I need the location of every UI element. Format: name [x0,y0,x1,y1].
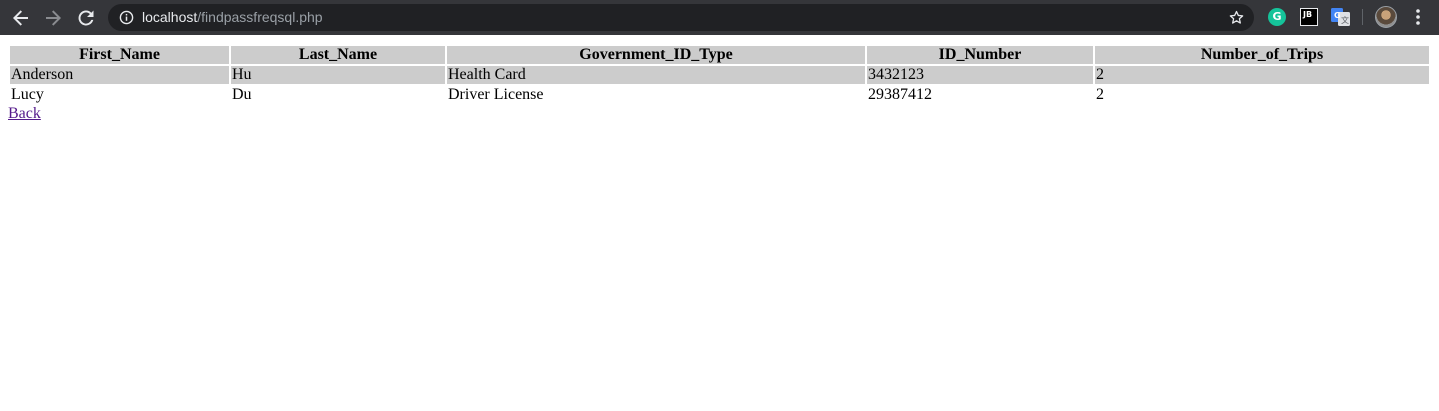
cell-last-name: Hu [231,66,445,84]
url-path: /findpassfreqsql.php [197,9,323,25]
cell-government-id-type: Driver License [448,86,544,103]
cell-last-name: Du [232,86,252,103]
column-header-first-name: First_Name [10,46,229,64]
column-header-id-number: ID_Number [867,46,1093,64]
svg-text:文: 文 [1341,15,1349,25]
toolbar-separator [1362,9,1363,25]
table-header-row: First_Name Last_Name Government_ID_Type … [10,46,1429,64]
table-row: Lucy Du Driver License 29387412 2 [10,86,1429,104]
jetbrains-icon[interactable]: JB [1300,8,1318,26]
cell-id-number: 29387412 [868,86,932,103]
cell-first-name: Anderson [10,66,229,84]
kebab-menu-icon[interactable] [1411,7,1425,27]
column-header-government-id-type: Government_ID_Type [447,46,865,64]
url-text[interactable]: localhost/findpassfreqsql.php [142,9,323,26]
address-bar[interactable]: localhost/findpassfreqsql.php [108,4,1254,31]
table-row: Anderson Hu Health Card 3432123 2 [10,66,1429,84]
reload-icon[interactable] [73,5,99,31]
bookmark-star-icon[interactable] [1228,9,1245,31]
cell-number-of-trips: 2 [1095,66,1429,84]
google-translate-icon[interactable]: G文 [1331,8,1351,26]
cell-number-of-trips: 2 [1096,86,1104,103]
back-link[interactable]: Back [8,105,41,123]
column-header-number-of-trips: Number_of_Trips [1095,46,1429,64]
url-host: localhost [142,9,198,25]
cell-government-id-type: Health Card [447,66,865,84]
profile-avatar[interactable] [1375,6,1397,28]
column-header-last-name: Last_Name [231,46,445,64]
grammarly-icon[interactable]: G [1268,8,1286,26]
browser-toolbar: localhost/findpassfreqsql.php G JB G文 [0,0,1439,35]
page-content: First_Name Last_Name Government_ID_Type … [0,35,1439,411]
results-table: First_Name Last_Name Government_ID_Type … [8,44,1431,106]
cell-id-number: 3432123 [867,66,1093,84]
svg-text:G: G [1334,11,1341,20]
back-arrow-icon[interactable] [8,5,34,31]
cell-first-name: Lucy [11,86,44,103]
forward-arrow-icon[interactable] [40,5,66,31]
info-icon[interactable] [119,10,134,30]
